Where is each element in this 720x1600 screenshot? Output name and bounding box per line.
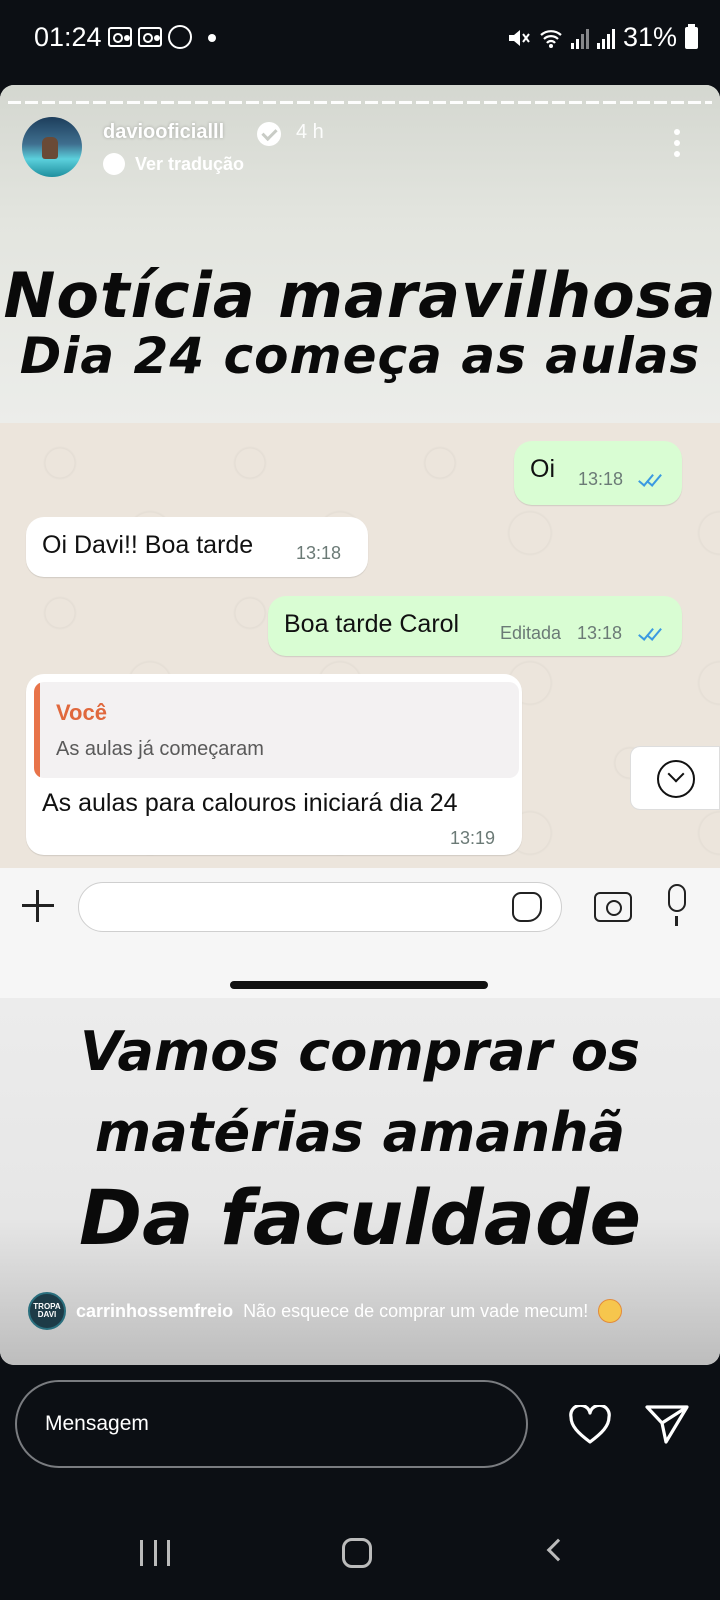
chat-input-field	[78, 882, 562, 932]
chat-bubble-outgoing: Oi 13:18	[514, 441, 682, 505]
story-reply[interactable]: TROPA DAVI carrinhossemfreio Não esquece…	[28, 1292, 623, 1330]
home-icon[interactable]	[342, 1538, 372, 1568]
chat-bubble-incoming: Oi Davi!! Boa tarde 13:18	[26, 517, 368, 577]
reply-username: carrinhossemfreio	[76, 1300, 234, 1321]
reply-text: Não esquece de comprar um vade mecum!	[243, 1300, 589, 1321]
story-headline-line2: Dia 24 começa as aulas	[19, 327, 701, 385]
send-icon[interactable]	[644, 1403, 690, 1445]
translate-button[interactable]: Ver tradução	[103, 153, 244, 175]
translate-icon	[103, 153, 125, 175]
story-caption-line1: Vamos comprar os	[79, 1020, 641, 1083]
signal-icon	[570, 27, 589, 49]
message-time: 13:18	[296, 543, 342, 563]
plus-icon	[20, 888, 56, 924]
message-text: Boa tarde Carol	[284, 610, 460, 638]
read-ticks-icon	[638, 471, 664, 487]
heart-icon[interactable]	[568, 1405, 612, 1445]
message-text: As aulas para calouros iniciará dia 24	[42, 789, 458, 817]
story-username[interactable]: daviooficialll	[103, 121, 224, 144]
story-headline-line1: Notícia maravilhosa	[3, 259, 717, 332]
battery-icon	[685, 23, 698, 49]
quote-text: As aulas já começaram	[56, 738, 264, 760]
back-icon[interactable]	[546, 1538, 570, 1562]
home-indicator	[230, 981, 488, 989]
verified-icon	[257, 122, 281, 146]
wifi-icon	[540, 29, 562, 48]
status-time: 01:24	[34, 22, 102, 52]
chat-bubble-incoming: Você As aulas já começaram As aulas para…	[26, 674, 522, 855]
more-icon[interactable]	[674, 129, 682, 159]
whatsapp-icon	[168, 25, 192, 49]
message-placeholder: Mensagem	[45, 1412, 149, 1435]
mute-icon	[508, 29, 530, 46]
status-bar: 01:24 31%	[0, 0, 720, 80]
message-text: Oi Davi!! Boa tarde	[42, 531, 254, 559]
story-time-ago: 4 h	[296, 121, 324, 143]
quoted-message: Você As aulas já começaram	[34, 682, 519, 778]
chat-bubble-outgoing: Boa tarde Carol Editada 13:18	[268, 596, 682, 656]
story-caption-line3: Da faculdade	[78, 1173, 642, 1262]
recent-apps-icon[interactable]	[140, 1540, 170, 1566]
message-input[interactable]: Mensagem	[15, 1380, 528, 1468]
chat-input-bar-screenshot	[0, 868, 720, 998]
quote-author: Você	[56, 700, 107, 725]
translate-label: Ver tradução	[135, 153, 245, 174]
read-ticks-icon	[638, 625, 664, 641]
notification-dot-icon	[208, 34, 216, 42]
sticker-icon	[512, 892, 542, 922]
mic-icon	[668, 884, 686, 926]
scroll-down-icon	[657, 760, 695, 798]
scroll-down-button	[630, 746, 720, 810]
status-right: 31%	[507, 22, 698, 53]
chat-screenshot: Oi 13:18 Oi Davi!! Boa tarde 13:18 Boa t…	[0, 423, 720, 868]
signal-icon	[596, 27, 615, 49]
story-progress-bar	[8, 101, 712, 104]
avatar[interactable]	[22, 117, 82, 177]
message-time: 13:18	[578, 469, 624, 489]
message-time: 13:19	[450, 828, 496, 848]
message-time: 13:18	[577, 623, 623, 643]
message-edited-label: Editada	[500, 623, 562, 643]
story-caption-line2: matérias amanhã	[94, 1101, 626, 1164]
system-nav-bar	[0, 1500, 720, 1600]
battery-percent: 31%	[622, 22, 677, 52]
voicemail-icon	[138, 27, 162, 47]
voicemail-icon	[108, 27, 132, 47]
story-card[interactable]: daviooficialll 4 h Ver tradução Notícia …	[0, 85, 720, 1365]
star-eyes-emoji-icon	[598, 1299, 623, 1323]
reply-avatar: TROPA DAVI	[28, 1292, 66, 1330]
camera-icon	[594, 892, 632, 922]
message-text: Oi	[530, 455, 555, 483]
